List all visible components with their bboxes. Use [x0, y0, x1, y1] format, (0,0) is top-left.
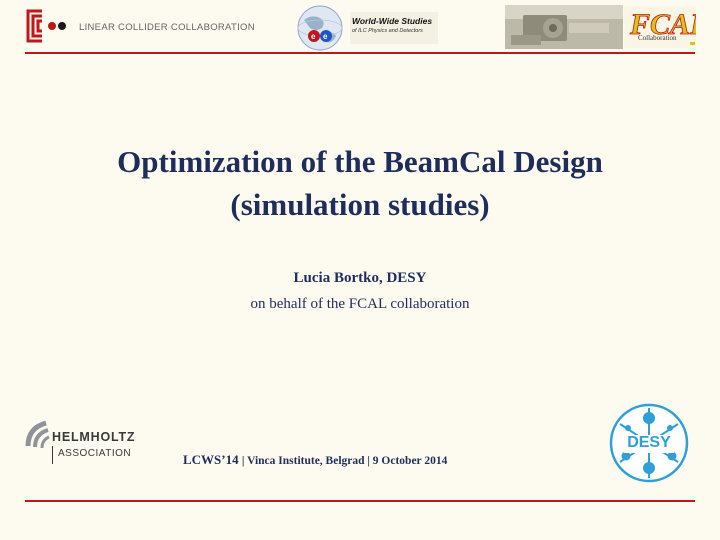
author-name: Lucia Bortko, DESY	[293, 270, 427, 286]
event-name: LCWS’14	[183, 452, 239, 467]
wws-logo-title: World-Wide Studies	[352, 16, 433, 26]
title-line-2: (simulation studies)	[230, 187, 490, 222]
helmholtz-logo-line1: HELMHOLTZ	[52, 430, 136, 444]
detector-photo-image	[505, 5, 623, 49]
footer-event-info: LCWS’14 | Vinca Institute, Belgrad | 9 O…	[183, 452, 447, 468]
title-line-1: Optimization of the BeamCal Design	[117, 144, 603, 179]
desy-logo-text: DESY	[627, 434, 671, 451]
wws-logo-subtitle: of ILC Physics and Detectors	[352, 28, 423, 34]
event-details: | Vinca Institute, Belgrad | 9 October 2…	[241, 455, 448, 467]
fcal-logo-text: Collaboration	[638, 34, 677, 42]
lcc-logo-text: LINEAR COLLIDER COLLABORATION	[79, 22, 255, 33]
world-wide-studies-logo: e e World-Wide Studies of ILC Physics an…	[290, 4, 440, 52]
header-rule	[25, 52, 695, 54]
linear-collider-collaboration-logo: LINEAR COLLIDER COLLABORATION	[22, 8, 255, 44]
slide-title: Optimization of the BeamCal Design (simu…	[0, 140, 720, 226]
lcc-emblem-icon	[26, 9, 66, 43]
svg-text:e: e	[311, 32, 316, 41]
affiliation-note: on behalf of the FCAL collaboration	[250, 296, 470, 312]
footer-rule	[25, 500, 695, 502]
svg-text:e: e	[323, 32, 328, 41]
detector-photo	[505, 5, 623, 49]
helmholtz-emblem-icon	[25, 420, 50, 449]
helmholtz-association-logo: HELMHOLTZ ASSOCIATION	[24, 418, 142, 468]
helmholtz-logo-line2: ASSOCIATION	[58, 448, 132, 459]
fcal-logo: FCAL Collaboration	[624, 6, 709, 48]
desy-logo: DESY	[608, 402, 690, 484]
helmholtz-divider	[52, 446, 53, 464]
